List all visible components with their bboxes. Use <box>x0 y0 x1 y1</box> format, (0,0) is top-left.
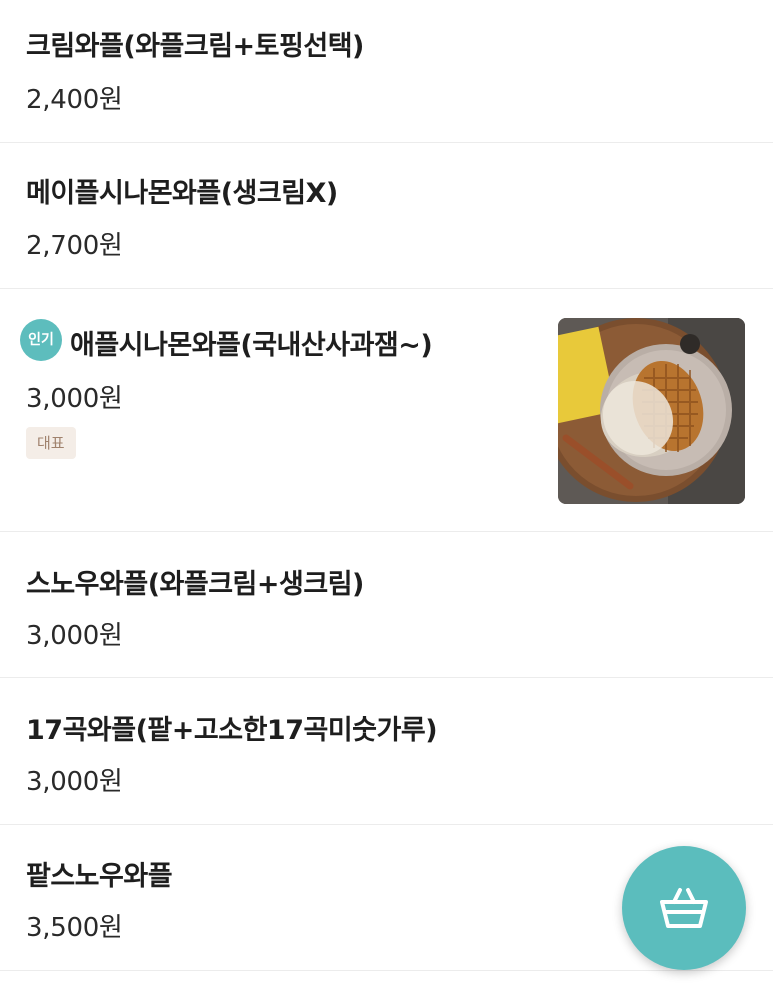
basket-icon <box>660 888 708 928</box>
popular-badge-label: 인기 <box>28 332 54 348</box>
menu-item-price: 2,400원 <box>26 85 123 115</box>
menu-item[interactable]: 크림와플(와플크림+토핑선택) 2,400원 <box>0 0 773 143</box>
menu-item-name: 팥스노우와플 <box>26 861 173 892</box>
menu-item[interactable]: 17곡와플(팥+고소한17곡미숫가루) 3,000원 <box>0 678 773 825</box>
menu-item-price: 3,500원 <box>26 913 123 943</box>
menu-item-name: 17곡와플(팥+고소한17곡미숫가루) <box>26 715 438 746</box>
cart-button[interactable] <box>622 846 746 970</box>
menu-item-price: 3,000원 <box>26 384 123 414</box>
menu-item[interactable]: 스노우와플(와플크림+생크림) 3,000원 <box>0 532 773 678</box>
signature-tag: 대표 <box>26 427 76 459</box>
menu-item-price: 3,000원 <box>26 621 123 651</box>
menu-item-name: 스노우와플(와플크림+생크림) <box>26 569 364 600</box>
waffle-photo <box>558 318 745 504</box>
menu-item-price: 2,700원 <box>26 231 123 261</box>
menu-item-name: 메이플시나몬와플(생크림X) <box>26 178 338 209</box>
popular-badge: 인기 <box>17 316 65 364</box>
menu-item-name: 애플시나몬와플(국내산사과잼~) <box>70 330 433 361</box>
menu-item-price: 3,000원 <box>26 767 123 797</box>
menu-item-featured[interactable]: 인기 애플시나몬와플(국내산사과잼~) 3,000원 대표 <box>0 289 773 532</box>
menu-item-name: 크림와플(와플크림+토핑선택) <box>26 31 364 62</box>
menu-item-image[interactable] <box>558 318 745 504</box>
menu-list: 크림와플(와플크림+토핑선택) 2,400원 메이플시나몬와플(생크림X) 2,… <box>0 0 773 1000</box>
menu-item[interactable]: 메이플시나몬와플(생크림X) 2,700원 <box>0 143 773 289</box>
